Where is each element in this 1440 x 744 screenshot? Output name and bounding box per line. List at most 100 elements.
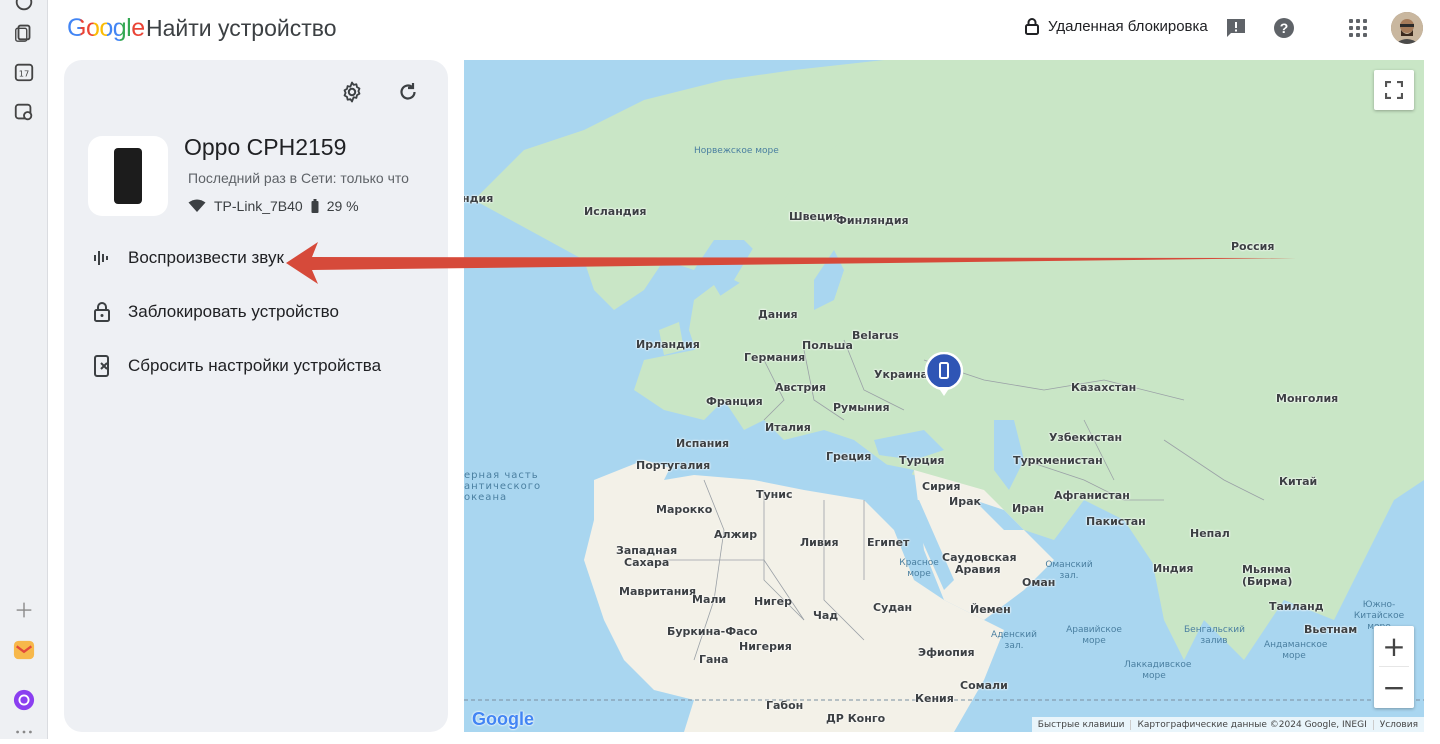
phone-illustration — [114, 148, 142, 204]
map-label: Мавритания — [619, 585, 697, 598]
map-label: Сирия — [922, 480, 961, 493]
atlantic-label-line: ерная часть — [464, 470, 539, 481]
remote-lock-button[interactable]: Удаленная блокировка — [1024, 17, 1208, 35]
annotation-arrow — [286, 242, 1296, 284]
map-label: Узбекистан — [1049, 431, 1123, 444]
collections-icon[interactable] — [12, 20, 36, 44]
map-data-attribution: Картографические данные ©2024 Google, IN… — [1131, 719, 1374, 730]
history-icon[interactable] — [12, 0, 36, 14]
erase-device-button[interactable]: Сбросить настройки устройства — [90, 354, 381, 378]
map-label: Чад — [813, 609, 839, 622]
map-label: Дания — [758, 308, 798, 321]
sea-label: ерная часть антического океана — [464, 470, 541, 503]
map-label: Буркина-Фасо — [667, 625, 758, 638]
map-footer: Быстрые клавиши Картографические данные … — [1031, 717, 1424, 732]
map-label: Аравия — [955, 563, 1001, 576]
device-location-marker[interactable] — [924, 352, 964, 398]
map-label: Украина — [874, 368, 928, 381]
map-label: Нигерия — [739, 640, 792, 653]
zoom-out-button[interactable]: − — [1374, 667, 1414, 707]
map-label: Нигер — [754, 595, 792, 608]
play-sound-label: Воспроизвести звук — [128, 248, 284, 267]
sea-label: Лаккадивское море — [1124, 660, 1192, 681]
phone-erase-icon — [90, 354, 114, 378]
remote-lock-label: Удаленная блокировка — [1048, 17, 1208, 35]
account-avatar[interactable] — [1391, 12, 1423, 44]
map-label: Судан — [873, 601, 913, 614]
map-label: Йемен — [970, 603, 1011, 616]
map-label: Франция — [706, 395, 763, 408]
svg-text:?: ? — [1280, 20, 1289, 36]
map-label: ндия — [464, 192, 494, 205]
erase-device-label: Сбросить настройки устройства — [128, 356, 382, 375]
map-label: (Бирма) — [1242, 575, 1293, 588]
sea-label: Аденский зал. — [991, 630, 1037, 651]
add-icon[interactable] — [12, 598, 36, 622]
refresh-icon[interactable] — [394, 78, 422, 106]
last-seen-status: Последний раз в Сети: только что — [188, 170, 409, 186]
mail-app-icon[interactable] — [12, 638, 36, 662]
sea-label: Бенгальский залив — [1184, 625, 1245, 646]
map-label: Афганистан — [1054, 489, 1130, 502]
map-label: Казахстан — [1071, 381, 1137, 394]
screenshot-icon[interactable] — [12, 100, 36, 124]
map-label: Тунис — [756, 488, 793, 501]
device-connection-status: TP-Link_7B40 29 % — [188, 198, 359, 214]
map-label: Сомали — [960, 679, 1008, 692]
map-label: Египет — [867, 536, 910, 549]
assistant-app-icon[interactable] — [12, 688, 36, 712]
map-label: ДР Конго — [826, 712, 886, 725]
map-label: Ливия — [800, 536, 839, 549]
map-label: Пакистан — [1086, 515, 1146, 528]
map-label: Индия — [1153, 562, 1194, 575]
lock-icon — [1025, 18, 1039, 35]
map-label: Италия — [765, 421, 811, 434]
map-label: Туркменистан — [1013, 454, 1103, 467]
battery-icon — [311, 199, 319, 213]
map-label: Непал — [1190, 527, 1230, 540]
lock-device-button[interactable]: Заблокировать устройство — [90, 300, 339, 324]
terms-link[interactable]: Условия — [1374, 720, 1424, 730]
zoom-in-button[interactable]: + — [1374, 626, 1414, 666]
map-label: Сахара — [624, 556, 670, 569]
map-label: Belarus — [852, 329, 899, 342]
map-label: Алжир — [714, 528, 758, 541]
map-label: Габон — [766, 699, 804, 712]
fullscreen-button[interactable] — [1374, 70, 1414, 110]
map-label: Мали — [692, 593, 727, 606]
google-logo[interactable]: Google — [67, 14, 145, 43]
map-label: Португалия — [636, 459, 711, 472]
map-label: Румыния — [833, 401, 890, 414]
sea-label: Норвежское море — [694, 146, 779, 156]
sea-label: Андаманское море — [1264, 640, 1328, 661]
map-label: Марокко — [656, 503, 713, 516]
keyboard-shortcuts-link[interactable]: Быстрые клавиши — [1032, 719, 1132, 730]
map-label: Эфиопия — [918, 646, 975, 659]
map-label: Исландия — [584, 205, 647, 218]
page-title: Найти устройство — [146, 15, 337, 41]
zoom-controls: + − — [1374, 626, 1414, 708]
map-label: Таиланд — [1269, 600, 1324, 613]
device-name: Oppo CPH2159 — [184, 134, 347, 160]
battery-level: 29 % — [326, 198, 359, 214]
map-label: Монголия — [1276, 392, 1339, 405]
more-icon[interactable] — [12, 720, 36, 744]
app-header: Google Найти устройство Удаленная блокир… — [48, 0, 1440, 58]
svg-text:17: 17 — [19, 69, 30, 79]
map-label: Испания — [676, 437, 730, 450]
settings-icon[interactable] — [338, 78, 366, 106]
map-view[interactable]: ндия Исландия Норвежское море Швеция Фин… — [464, 60, 1424, 732]
sea-label: Красное море — [899, 558, 939, 579]
map-label: Германия — [744, 351, 806, 364]
calendar-icon[interactable]: 17 — [12, 60, 36, 84]
map-label: Турция — [899, 454, 945, 467]
map-label: Иран — [1012, 502, 1045, 515]
help-icon[interactable]: ? — [1271, 15, 1297, 41]
play-sound-button[interactable]: Воспроизвести звук — [90, 246, 284, 270]
browser-sidebar: 17 — [0, 0, 48, 739]
lock-icon — [90, 300, 114, 324]
map-label: Польша — [802, 339, 853, 352]
device-panel: Oppo CPH2159 Последний раз в Сети: тольк… — [64, 60, 448, 732]
feedback-icon[interactable] — [1223, 15, 1249, 41]
apps-grid-icon[interactable] — [1345, 15, 1371, 41]
